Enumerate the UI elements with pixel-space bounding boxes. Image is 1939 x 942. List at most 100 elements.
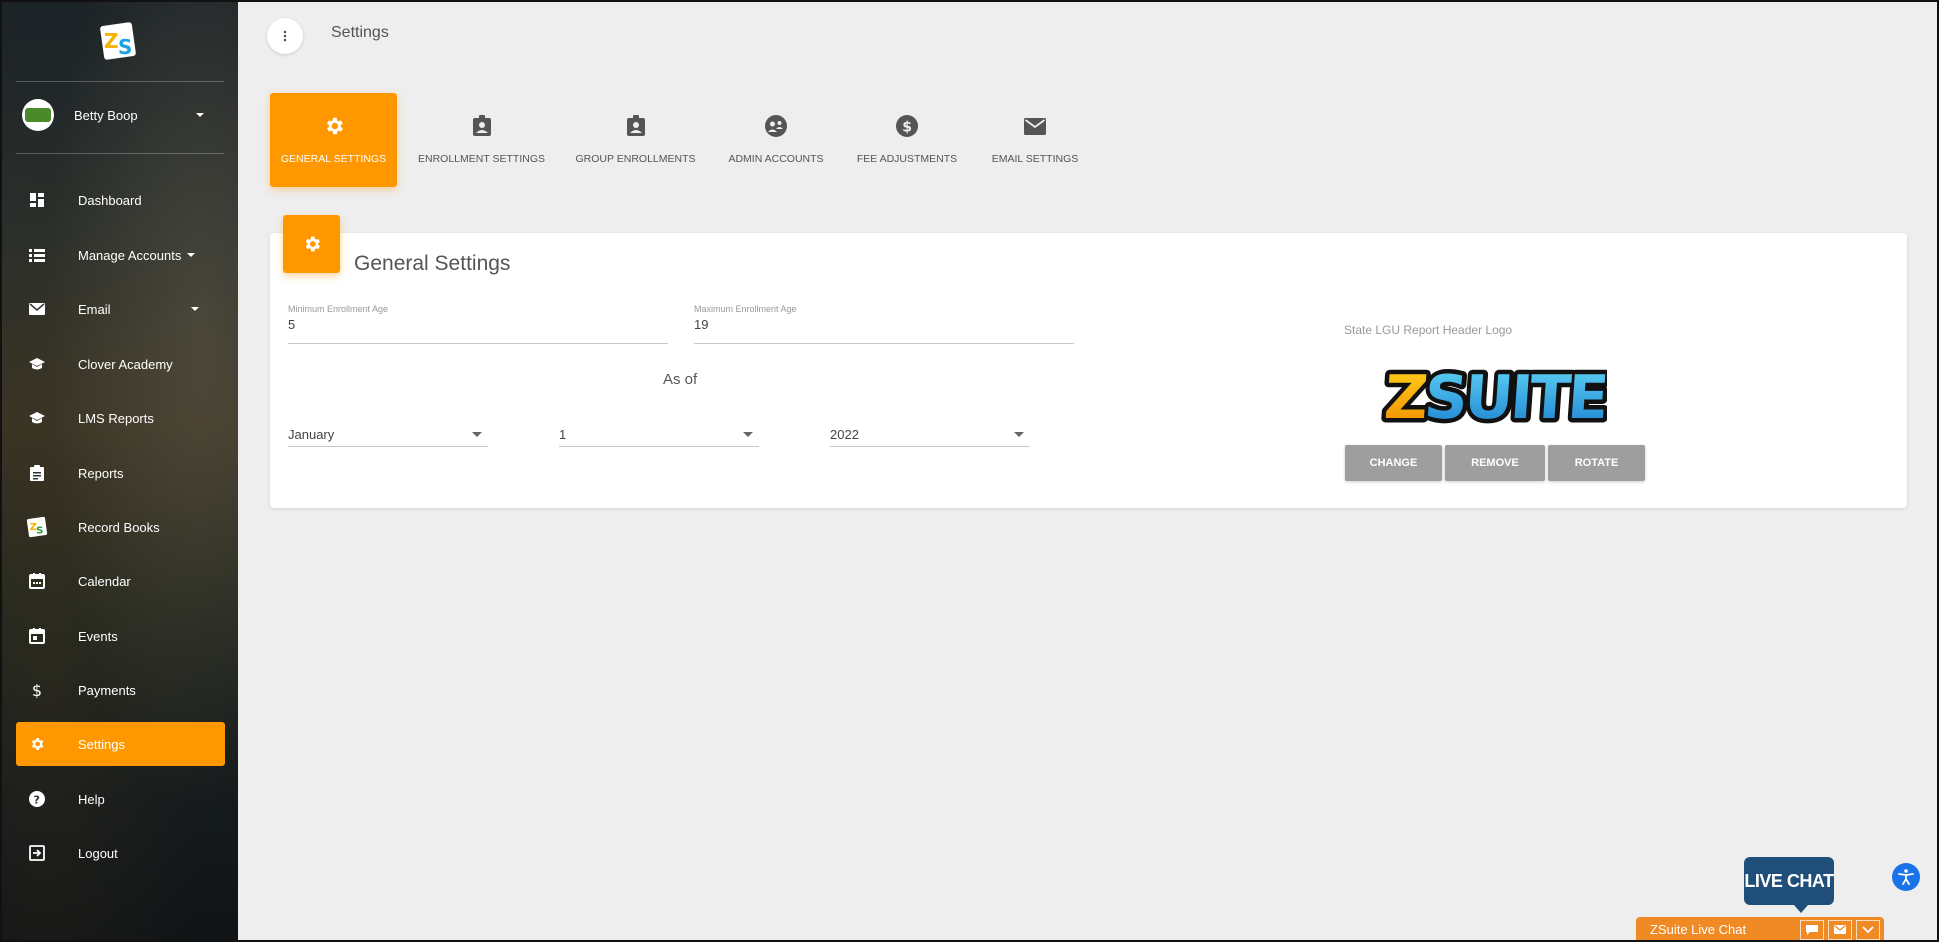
calendar-icon [26,570,48,592]
dropdown-arrow-icon [743,432,753,437]
record-books-icon: ZS [26,516,48,538]
general-settings-card [270,233,1907,508]
min-enrollment-age-field[interactable]: Minimum Enrollment Age 5 [288,304,668,344]
sidebar-item-label: Calendar [78,573,131,589]
svg-text:$: $ [902,120,912,136]
live-chat-label: ZSuite Live Chat [1650,922,1747,937]
min-age-value: 5 [288,317,296,332]
sidebar-item-label: Record Books [78,519,160,535]
badge-icon [626,113,646,139]
chat-email-icon[interactable] [1828,919,1852,940]
sidebar-divider [16,153,224,154]
sidebar-item-record-books[interactable]: ZS Record Books [16,505,225,549]
zs-logo[interactable]: Z S [96,20,140,62]
sidebar-item-lms-reports[interactable]: LMS Reports [16,396,225,440]
gear-icon [26,733,48,755]
sidebar-item-logout[interactable]: Logout [16,831,225,875]
sidebar-item-reports[interactable]: Reports [16,451,225,495]
year-value: 2022 [830,427,859,442]
svg-text:SUITE: SUITE [1422,363,1607,432]
tab-general-settings[interactable]: GENERAL SETTINGS [270,93,397,187]
month-select[interactable]: January [288,423,488,447]
month-value: January [288,427,335,442]
dropdown-arrow-icon [472,432,482,437]
sidebar-item-label: Reports [78,465,124,481]
help-icon: ? [26,788,48,810]
zsuite-logo-image: ZSUITE Z SUITE [1379,355,1609,433]
chevron-down-icon [196,113,204,117]
remove-logo-button[interactable]: REMOVE [1445,445,1545,481]
email-icon [1024,113,1046,139]
tab-enrollment-settings[interactable]: ENROLLMENT SETTINGS [413,93,550,187]
card-gear-icon [283,215,340,273]
min-age-label: Minimum Enrollment Age [288,304,389,314]
svg-text:S: S [118,35,132,59]
user-name: Betty Boop [74,107,138,123]
rotate-logo-button[interactable]: ROTATE [1548,445,1645,481]
sidebar-item-email[interactable]: Email [16,287,225,331]
dropdown-arrow-icon [1014,432,1024,437]
user-menu[interactable]: Betty Boop [22,98,222,132]
sidebar-item-calendar[interactable]: Calendar [16,559,225,603]
tab-fee-adjustments[interactable]: $ FEE ADJUSTMENTS [853,93,961,187]
as-of-label: As of [663,371,698,388]
sidebar-item-label: Help [78,791,105,807]
tab-label: EMAIL SETTINGS [991,153,1079,165]
logout-icon [26,842,48,864]
tab-group-enrollments[interactable]: GROUP ENROLLMENTS [572,93,699,187]
sidebar: Z S Betty Boop Dashboard Manage Accounts… [0,0,238,942]
page-title: Settings [331,24,389,41]
tab-label: ENROLLMENT SETTINGS [418,153,545,165]
year-select[interactable]: 2022 [830,423,1030,447]
svg-text:S: S [36,525,43,536]
sidebar-item-label: Payments [78,682,136,698]
dollar-icon: $ [31,680,43,700]
graduation-cap-icon [26,353,48,375]
max-age-value: 19 [694,317,709,332]
day-value: 1 [559,427,567,442]
sidebar-item-label: Events [78,628,118,644]
badge-icon [472,113,492,139]
sidebar-item-settings[interactable]: Settings [16,722,225,766]
sidebar-item-label: Dashboard [78,192,142,208]
sidebar-divider [16,81,224,82]
gear-icon [323,113,345,139]
svg-text:Z: Z [1382,363,1428,432]
dollar-circle-icon: $ [896,113,918,139]
more-menu-button[interactable] [267,18,303,54]
logo-label: State LGU Report Header Logo [1344,323,1513,337]
max-enrollment-age-field[interactable]: Maximum Enrollment Age 19 [694,304,1074,344]
tab-admin-accounts[interactable]: ADMIN ACCOUNTS [722,93,830,187]
event-icon [26,625,48,647]
sidebar-item-dashboard[interactable]: Dashboard [16,178,225,222]
more-vert-icon [283,30,287,42]
live-chat-bar[interactable]: ZSuite Live Chat [1636,917,1884,942]
tab-email-settings[interactable]: EMAIL SETTINGS [985,93,1085,187]
chevron-down-icon [187,253,196,257]
day-select[interactable]: 1 [559,423,759,447]
clipboard-icon [26,462,48,484]
tab-label: FEE ADJUSTMENTS [856,153,958,165]
sidebar-item-label: Email [78,301,111,317]
dashboard-icon [26,189,48,211]
sidebar-item-help[interactable]: ? Help [16,777,225,821]
sidebar-item-clover-academy[interactable]: Clover Academy [16,342,225,386]
sidebar-item-label: Manage Accounts [78,247,182,263]
live-chat-badge[interactable]: LIVE CHAT [1744,857,1834,913]
sidebar-item-label: LMS Reports [78,410,154,426]
sidebar-item-manage-accounts[interactable]: Manage Accounts [16,233,225,277]
avatar [22,99,54,131]
sidebar-item-payments[interactable]: $ Payments [16,668,225,712]
svg-text:?: ? [34,794,40,807]
chevron-down-icon [191,307,199,311]
change-logo-button[interactable]: CHANGE [1345,445,1442,481]
tab-label: GROUP ENROLLMENTS [575,153,696,165]
max-age-label: Maximum Enrollment Age [694,304,797,314]
sidebar-item-events[interactable]: Events [16,614,225,658]
chat-bubble-icon[interactable] [1800,919,1824,940]
graduation-cap-icon [26,407,48,429]
accessibility-icon[interactable] [1892,863,1920,891]
sidebar-item-label: Clover Academy [78,356,173,372]
card-title: General Settings [354,252,511,275]
chevron-down-icon[interactable] [1856,919,1880,940]
